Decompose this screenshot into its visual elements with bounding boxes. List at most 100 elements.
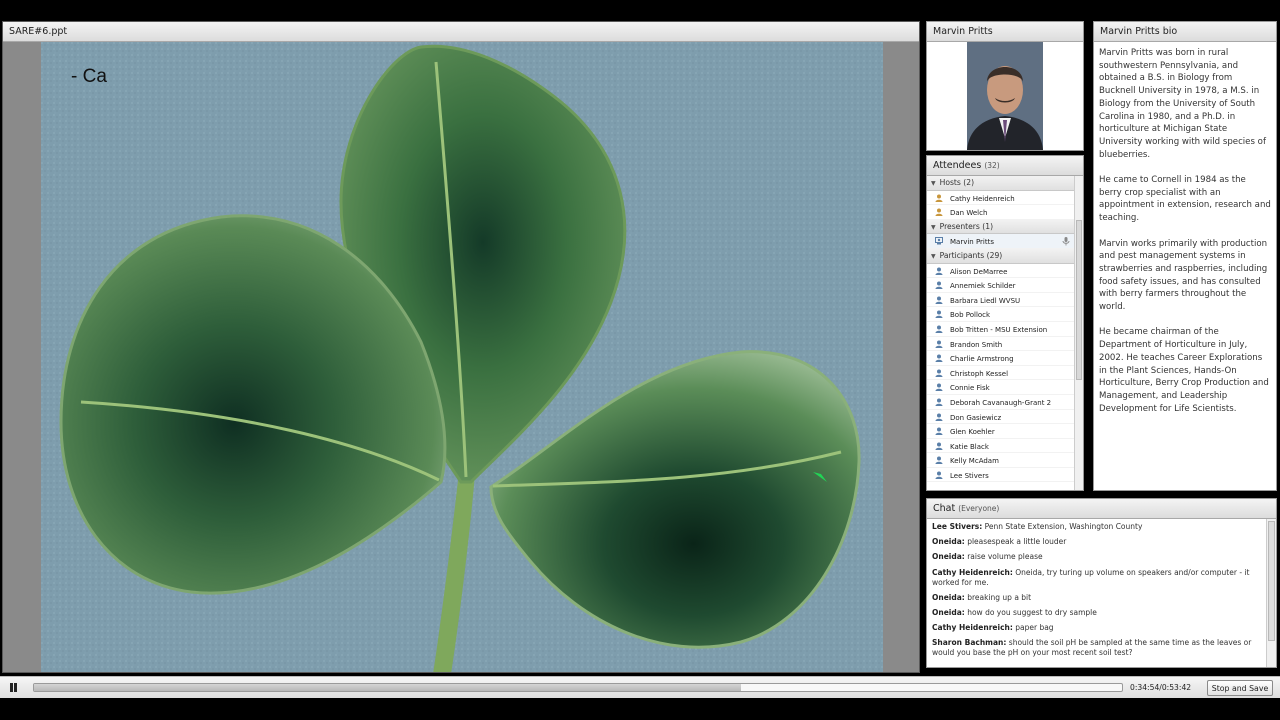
list-item[interactable]: Marvin Pritts bbox=[927, 234, 1075, 249]
presenter-portrait bbox=[927, 42, 1083, 150]
slide-area: - Ca bbox=[3, 42, 919, 672]
attendee-name: Marvin Pritts bbox=[950, 238, 995, 247]
list-item[interactable]: Brandon Smith bbox=[927, 337, 1075, 352]
participant-icon bbox=[935, 340, 943, 348]
attendee-name: Bob Pollock bbox=[950, 311, 991, 320]
list-item[interactable]: Bob Tritten - MSU Extension bbox=[927, 322, 1075, 337]
chat-sender: Oneida: bbox=[932, 607, 965, 617]
list-item[interactable]: Alison DeMarree bbox=[927, 264, 1075, 279]
attendee-name: Cathy Heidenreich bbox=[950, 194, 1015, 203]
list-item[interactable]: Barbara Liedl WVSU bbox=[927, 293, 1075, 308]
bio-pod-title: Marvin Pritts bio bbox=[1094, 22, 1276, 42]
share-pod-title: SARE#6.ppt bbox=[3, 22, 919, 42]
playback-progress-fill bbox=[34, 684, 742, 691]
group-hosts[interactable]: ▼ Hosts (2) bbox=[927, 176, 1075, 191]
chat-sender: Oneida: bbox=[932, 592, 965, 602]
participant-icon bbox=[935, 267, 943, 275]
stop-and-save-button[interactable]: Stop and Save bbox=[1207, 680, 1273, 696]
bio-paragraph: Marvin works primarily with production a… bbox=[1099, 238, 1268, 313]
chat-title: Chat bbox=[933, 503, 956, 514]
host-icon bbox=[935, 194, 943, 202]
attendee-name: Annemiek Schilder bbox=[950, 282, 1016, 291]
presenter-icon bbox=[935, 237, 943, 245]
chat-sender: Cathy Heidenreich: bbox=[932, 623, 1013, 633]
list-item[interactable]: Don Gasiewicz bbox=[927, 410, 1075, 425]
collapse-triangle-icon[interactable]: ▼ bbox=[931, 180, 936, 187]
camera-pod: Marvin Pritts bbox=[926, 21, 1084, 151]
chat-sender: Sharon Bachman: bbox=[932, 638, 1007, 648]
scroll-thumb[interactable] bbox=[1268, 521, 1275, 641]
bio-paragraph: He came to Cornell in 1984 as the berry … bbox=[1099, 175, 1271, 224]
attendees-pod-title: Attendees (32) bbox=[927, 156, 1083, 176]
attendee-name: Christoph Kessel bbox=[950, 369, 1009, 378]
attendee-name: Barbara Liedl WVSU bbox=[950, 296, 1021, 305]
slide-heading: - Ca bbox=[71, 66, 107, 87]
list-item[interactable]: Dan Welch bbox=[927, 205, 1075, 220]
participant-rows: Alison DeMarree Annemiek Schilder Barbara … bbox=[927, 264, 1075, 483]
participant-icon bbox=[935, 383, 943, 392]
list-item[interactable]: Christoph Kessel bbox=[927, 366, 1075, 381]
list-item[interactable]: Bob Pollock bbox=[927, 307, 1075, 322]
chat-text: pleasespeak a little louder bbox=[967, 537, 1067, 547]
attendee-name: Bob Tritten - MSU Extension bbox=[950, 325, 1048, 334]
group-label: Participants (29) bbox=[939, 250, 1003, 260]
group-presenters[interactable]: ▼ Presenters (1) bbox=[927, 219, 1075, 235]
list-item[interactable]: Lee Stivers bbox=[927, 468, 1075, 483]
list-item[interactable]: Deborah Cavanaugh-Grant 2 bbox=[927, 395, 1075, 410]
participant-icon bbox=[935, 310, 943, 319]
collapse-triangle-icon[interactable]: ▼ bbox=[931, 224, 936, 231]
list-item[interactable]: Glen Koehler bbox=[927, 424, 1075, 439]
list-item[interactable]: Connie Fisk bbox=[927, 380, 1075, 395]
group-participants[interactable]: ▼ Participants (29) bbox=[927, 248, 1075, 264]
chat-message: Oneida: breaking up a bit bbox=[932, 593, 1261, 603]
chat-message: Oneida: pleasespeak a little louder bbox=[932, 537, 1261, 547]
chat-sender: Cathy Heidenreich: bbox=[932, 567, 1013, 577]
list-item[interactable]: Kelly McAdam bbox=[927, 453, 1075, 468]
group-label: Hosts (2) bbox=[939, 178, 975, 187]
list-item[interactable]: Cathy Heidenreich bbox=[927, 191, 1075, 206]
attendee-name: Kelly McAdam bbox=[950, 457, 999, 466]
attendee-name: Brandon Smith bbox=[950, 340, 1003, 349]
chat-message: Cathy Heidenreich: Oneida, try turing up… bbox=[932, 568, 1261, 588]
playback-bar: 0:34:54/0:53:42 Stop and Save bbox=[0, 676, 1280, 698]
participant-icon bbox=[935, 296, 943, 304]
chat-text: how do you suggest to dry sample bbox=[967, 607, 1097, 617]
group-label: Presenters (1) bbox=[939, 221, 994, 231]
participant-icon bbox=[935, 471, 943, 479]
slide-image: - Ca bbox=[41, 42, 883, 672]
collapse-triangle-icon[interactable]: ▼ bbox=[931, 253, 936, 260]
participant-icon bbox=[935, 427, 943, 436]
attendees-pod: Attendees (32) ▼ Hosts (2) Cathy Heidenrei… bbox=[926, 155, 1084, 491]
chat-text: paper bag bbox=[1015, 623, 1054, 633]
participant-icon bbox=[935, 325, 943, 333]
connect-recording-window: SARE#6.ppt - Ca Marvin Pritts Marvin Pri… bbox=[0, 0, 1280, 720]
chat-message: Oneida: raise volume please bbox=[932, 552, 1261, 562]
chat-scrollbar[interactable] bbox=[1266, 519, 1276, 667]
chat-pod-title: Chat (Everyone) bbox=[927, 499, 1276, 519]
attendees-title: Attendees bbox=[933, 160, 982, 171]
bio-paragraph: Marvin Pritts was born in rural southwes… bbox=[1099, 48, 1266, 160]
scroll-thumb[interactable] bbox=[1076, 220, 1082, 380]
attendee-scrollbar[interactable] bbox=[1074, 176, 1083, 490]
chat-scope: (Everyone) bbox=[958, 504, 1000, 513]
share-pod: SARE#6.ppt - Ca bbox=[2, 21, 920, 673]
chat-sender: Oneida: bbox=[932, 552, 965, 562]
list-item[interactable]: Katie Black bbox=[927, 439, 1075, 454]
attendee-name: Deborah Cavanaugh-Grant 2 bbox=[950, 398, 1052, 407]
attendee-name: Don Gasiewicz bbox=[950, 413, 1002, 422]
attendee-name: Glen Koehler bbox=[950, 428, 995, 437]
host-icon bbox=[935, 208, 943, 217]
chat-messages: Lee Stivers: Penn State Extension, Washi… bbox=[927, 519, 1266, 667]
list-item[interactable]: Charlie Armstrong bbox=[927, 351, 1075, 366]
attendee-name: Charlie Armstrong bbox=[950, 355, 1014, 364]
bio-pod: Marvin Pritts bio Marvin Pritts was born… bbox=[1093, 21, 1277, 491]
list-item[interactable]: Annemiek Schilder bbox=[927, 278, 1075, 293]
participant-icon bbox=[935, 413, 943, 421]
chat-pod: Chat (Everyone) Lee Stivers: Penn State E… bbox=[926, 498, 1277, 668]
pause-icon[interactable] bbox=[6, 681, 20, 695]
participant-icon bbox=[935, 354, 943, 363]
attendee-name: Lee Stivers bbox=[950, 471, 989, 480]
playback-progress-track[interactable] bbox=[33, 683, 1123, 692]
attendee-name: Dan Welch bbox=[950, 209, 988, 218]
attendee-name: Alison DeMarree bbox=[950, 267, 1008, 276]
